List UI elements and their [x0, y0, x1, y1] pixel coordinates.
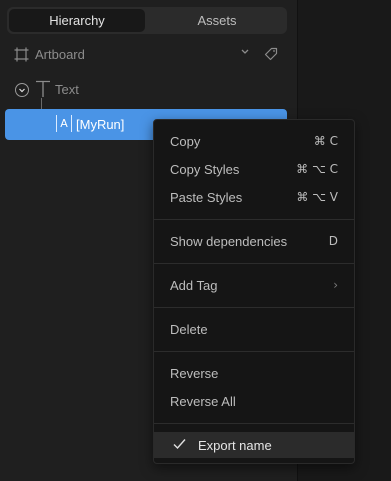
tree-item-label: Artboard: [35, 47, 85, 62]
tag-icon[interactable]: [264, 47, 278, 64]
shortcut-label: ⌘ ⌥ V: [296, 190, 338, 204]
menu-separator: [154, 263, 354, 264]
panel-tabbar: Hierarchy Assets: [7, 7, 287, 34]
menu-item-paste-styles[interactable]: Paste Styles ⌘ ⌥ V: [154, 184, 354, 210]
menu-separator: [154, 307, 354, 308]
menu-item-reverse-all[interactable]: Reverse All: [154, 388, 354, 414]
menu-item-label: Add Tag: [170, 278, 218, 293]
tab-hierarchy[interactable]: Hierarchy: [9, 9, 145, 32]
menu-separator: [154, 351, 354, 352]
menu-item-copy-styles[interactable]: Copy Styles ⌘ ⌥ C: [154, 156, 354, 182]
submenu-arrow-icon: ›: [333, 278, 338, 292]
tree-item-text[interactable]: Text: [0, 75, 297, 105]
menu-item-label: Reverse All: [170, 394, 236, 409]
menu-item-reverse[interactable]: Reverse: [154, 360, 354, 386]
chevron-down-icon[interactable]: [240, 46, 250, 59]
menu-item-add-tag[interactable]: Add Tag ›: [154, 272, 354, 298]
tree-item-label: Text: [55, 82, 79, 97]
checkmark-icon: [173, 438, 186, 453]
menu-item-copy[interactable]: Copy ⌘ C: [154, 128, 354, 154]
menu-separator: [154, 219, 354, 220]
menu-item-label: Copy Styles: [170, 162, 240, 177]
menu-item-label: Copy: [170, 134, 201, 149]
collapse-chevron-icon[interactable]: [15, 83, 29, 97]
menu-item-show-dependencies[interactable]: Show dependencies D: [154, 228, 354, 254]
menu-item-export-name[interactable]: Export name: [154, 432, 354, 458]
shortcut-label: ⌘ ⌥ C: [296, 162, 338, 176]
context-menu: Copy ⌘ C Copy Styles ⌘ ⌥ C Paste Styles …: [153, 119, 355, 464]
shortcut-label: D: [328, 234, 338, 248]
menu-separator: [154, 423, 354, 424]
menu-item-label: Paste Styles: [170, 190, 243, 205]
shortcut-label: ⌘ C: [313, 134, 338, 148]
menu-item-label: Export name: [198, 438, 272, 453]
tab-assets[interactable]: Assets: [149, 9, 285, 32]
frame-icon: [14, 47, 29, 65]
menu-item-label: Show dependencies: [170, 234, 288, 249]
menu-item-label: Reverse: [170, 366, 219, 381]
tree-item-label: [MyRun]: [76, 117, 125, 132]
menu-item-label: Delete: [170, 322, 208, 337]
text-run-icon: A: [56, 115, 72, 132]
tree-item-artboard[interactable]: Artboard: [0, 40, 297, 70]
menu-item-delete[interactable]: Delete: [154, 316, 354, 342]
text-icon: [35, 80, 51, 101]
